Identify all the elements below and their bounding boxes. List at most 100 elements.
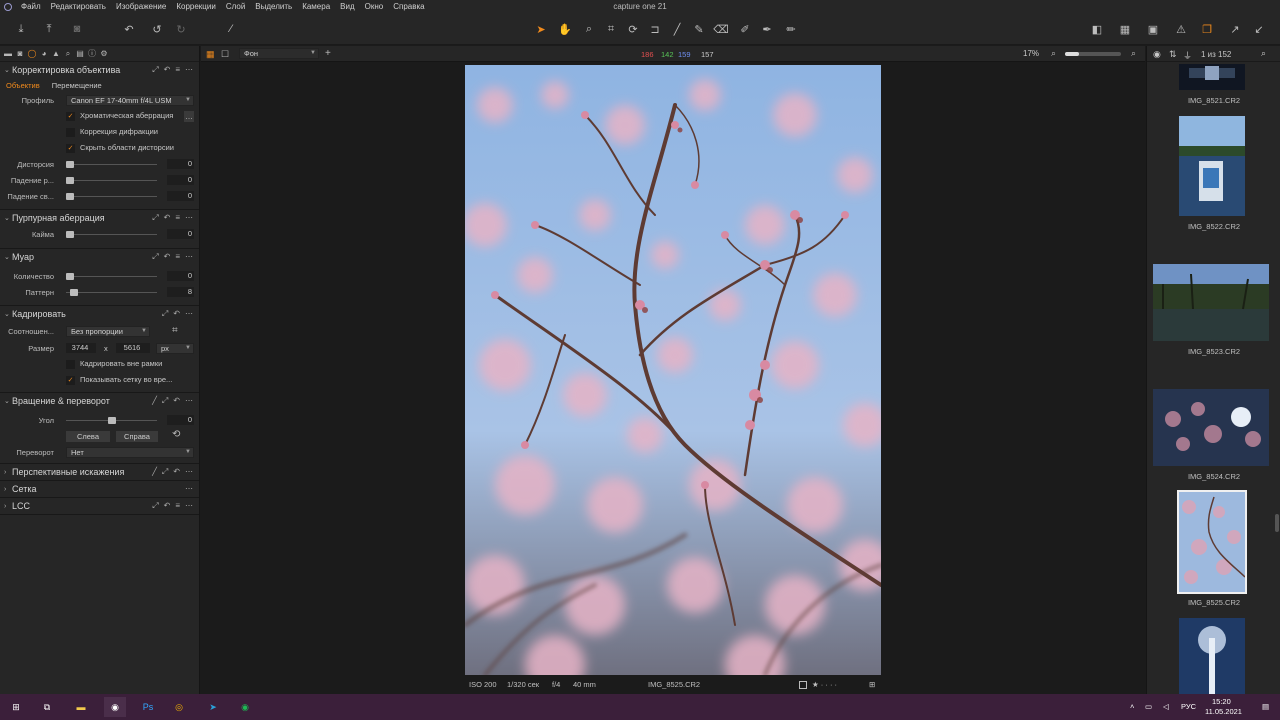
windows-start-icon[interactable]: ⊞ xyxy=(5,697,27,717)
eye-icon[interactable]: ◉ xyxy=(1153,49,1161,60)
auto-adjust-icon[interactable]: ⁄ xyxy=(222,20,240,38)
metadata-tab-icon[interactable]: ⓘ xyxy=(87,49,97,59)
search-icon[interactable]: ⌕ xyxy=(1261,48,1266,59)
show-grid-checkbox[interactable]: ✓ xyxy=(66,376,75,385)
lcc-header[interactable]: › LCC ⤢ ↶ ≡ ⋯ xyxy=(0,498,199,514)
rotate-right-button[interactable]: Справа xyxy=(116,431,158,442)
auto-icon[interactable]: ⤢ xyxy=(152,252,158,262)
menu-layer[interactable]: Слой xyxy=(221,0,250,14)
moire-header[interactable]: ⌄ Муар ⤢ ↶ ≡ ⋯ xyxy=(0,249,199,265)
more-icon[interactable]: ⋯ xyxy=(185,65,193,75)
chromatic-options-button[interactable]: … xyxy=(184,111,194,122)
eraser-tool-icon[interactable]: ⌫ xyxy=(712,20,730,38)
clock-time[interactable]: 15:20 xyxy=(1212,697,1231,706)
keystone-tool-icon[interactable]: ⊐ xyxy=(646,20,664,38)
thumbnail-5-selected[interactable] xyxy=(1177,490,1247,594)
info-icon[interactable]: ⊞ xyxy=(869,680,875,689)
lens-profile-select[interactable]: Canon EF 17-40mm f/4L USM ▼ xyxy=(66,95,194,106)
ratio-select[interactable]: Без пропорции ▼ xyxy=(66,326,150,337)
clone-tool-icon[interactable]: ✐ xyxy=(736,20,754,38)
thumbnail-4[interactable] xyxy=(1153,389,1269,466)
menu-icon[interactable]: ≡ xyxy=(175,65,180,75)
unit-select[interactable]: px ▼ xyxy=(156,343,194,354)
rotate-tool-icon[interactable]: ⟳ xyxy=(624,20,642,38)
library-tab-icon[interactable]: ▬ xyxy=(3,49,13,59)
color-tag-icon[interactable] xyxy=(799,681,807,689)
auto-icon[interactable]: ⤢ xyxy=(152,213,158,223)
file-explorer-icon[interactable]: ▬ xyxy=(70,697,92,717)
color-tab-icon[interactable]: ◕ xyxy=(39,49,49,59)
menu-icon[interactable]: ≡ xyxy=(175,252,180,262)
more-icon[interactable]: ⋯ xyxy=(185,213,193,223)
network-icon[interactable]: ▭ xyxy=(1145,702,1152,711)
notifications-icon[interactable]: ▤ xyxy=(1262,702,1269,711)
task-view-icon[interactable]: ⧉ xyxy=(36,697,58,717)
capture-one-taskbar-icon[interactable]: ◉ xyxy=(104,697,126,717)
purple-fringing-header[interactable]: ⌄ Пурпурная аберрация ⤢ ↶ ≡ ⋯ xyxy=(0,210,199,226)
clock-date[interactable]: 11.05.2021 xyxy=(1205,707,1242,716)
viewer-layout-icon[interactable]: ▣ xyxy=(1144,20,1162,38)
lens-correction-header[interactable]: ⌄ Корректировка объектива ⤢ ↶ ≡ ⋯ xyxy=(0,62,199,78)
pattern-slider[interactable] xyxy=(66,289,157,296)
fringe-slider[interactable] xyxy=(66,231,157,238)
auto-icon[interactable]: ⤢ xyxy=(162,396,168,406)
reset-icon[interactable]: ↶ xyxy=(164,501,171,511)
slider-knob[interactable] xyxy=(66,273,74,280)
zoom-out-icon[interactable]: ⌕ xyxy=(1051,48,1056,59)
input-language[interactable]: РУС xyxy=(1181,702,1196,711)
auto-icon[interactable]: ⤢ xyxy=(162,309,168,319)
slider-knob[interactable] xyxy=(70,289,78,296)
picker-tool-icon[interactable]: ✒ xyxy=(758,20,776,38)
amount-value[interactable]: 0 xyxy=(167,271,194,281)
grid-header[interactable]: › Сетка ⋯ xyxy=(0,481,199,497)
star-rating[interactable]: ★ · · · · xyxy=(812,680,837,689)
layer-select[interactable]: Фон ▼ xyxy=(239,48,319,59)
menu-adjustments[interactable]: Коррекции xyxy=(171,0,220,14)
brush-tool-icon[interactable]: ✎ xyxy=(690,20,708,38)
distortion-slider[interactable] xyxy=(66,161,157,168)
reset-icon[interactable]: ↶ xyxy=(164,65,171,75)
sort-icon[interactable]: ⇅ xyxy=(1169,49,1177,60)
menu-help[interactable]: Справка xyxy=(388,0,429,14)
menu-view[interactable]: Вид xyxy=(335,0,359,14)
volume-icon[interactable]: ◁ xyxy=(1163,702,1169,711)
zoom-tool-icon[interactable]: ⌕ xyxy=(580,20,598,38)
flip-select[interactable]: Нет ▼ xyxy=(66,447,194,458)
menu-edit[interactable]: Редактировать xyxy=(46,0,111,14)
tray-expand-icon[interactable]: ˄ xyxy=(1130,702,1134,711)
straighten-icon[interactable]: ╱ xyxy=(152,396,157,406)
adjustments-tab-icon[interactable]: ▤ xyxy=(75,49,85,59)
zoom-slider-fill[interactable] xyxy=(1065,52,1079,56)
reset-icon[interactable]: ↶ xyxy=(173,309,180,319)
crop-outside-checkbox[interactable] xyxy=(66,360,75,369)
main-photo[interactable] xyxy=(465,65,881,675)
annotation-tool-icon[interactable]: ✏ xyxy=(782,20,800,38)
chromatic-aberration-checkbox[interactable]: ✓ xyxy=(66,112,75,121)
thumbnail-1[interactable] xyxy=(1179,64,1245,90)
fringe-value[interactable]: 0 xyxy=(167,229,194,239)
layers-icon[interactable]: ▦ xyxy=(206,49,215,60)
tab-movement[interactable]: Перемещение xyxy=(46,81,108,90)
slider-knob[interactable] xyxy=(108,417,116,424)
details-tab-icon[interactable]: ⌕ xyxy=(63,49,73,59)
menu-icon[interactable]: ≡ xyxy=(175,501,180,511)
capture-tab-icon[interactable]: ◙ xyxy=(15,49,25,59)
slider-knob[interactable] xyxy=(66,161,74,168)
zoom-slider[interactable] xyxy=(1065,52,1121,56)
export-icon[interactable]: ⤒ xyxy=(40,20,58,38)
photoshop-icon[interactable]: Ps xyxy=(137,697,159,717)
slider-knob[interactable] xyxy=(66,193,74,200)
menu-icon[interactable]: ≡ xyxy=(175,213,180,223)
amount-slider[interactable] xyxy=(66,273,157,280)
pattern-value[interactable]: 8 xyxy=(167,287,194,297)
light-falloff-value[interactable]: 0 xyxy=(167,175,194,185)
exposure-warning-icon[interactable]: ⚠ xyxy=(1172,20,1190,38)
free-rotate-icon[interactable]: ⟲ xyxy=(172,429,180,440)
auto-icon[interactable]: ⤢ xyxy=(152,501,158,511)
spotify-icon[interactable]: ◉ xyxy=(234,697,256,717)
chrome-icon[interactable]: ◎ xyxy=(168,697,190,717)
auto-icon[interactable]: ⤢ xyxy=(152,65,158,75)
crop-header[interactable]: ⌄ Кадрировать ⤢ ↶ ⋯ xyxy=(0,306,199,322)
more-icon[interactable]: ⋯ xyxy=(185,484,193,493)
reset-icon[interactable]: ↶ xyxy=(173,467,180,477)
